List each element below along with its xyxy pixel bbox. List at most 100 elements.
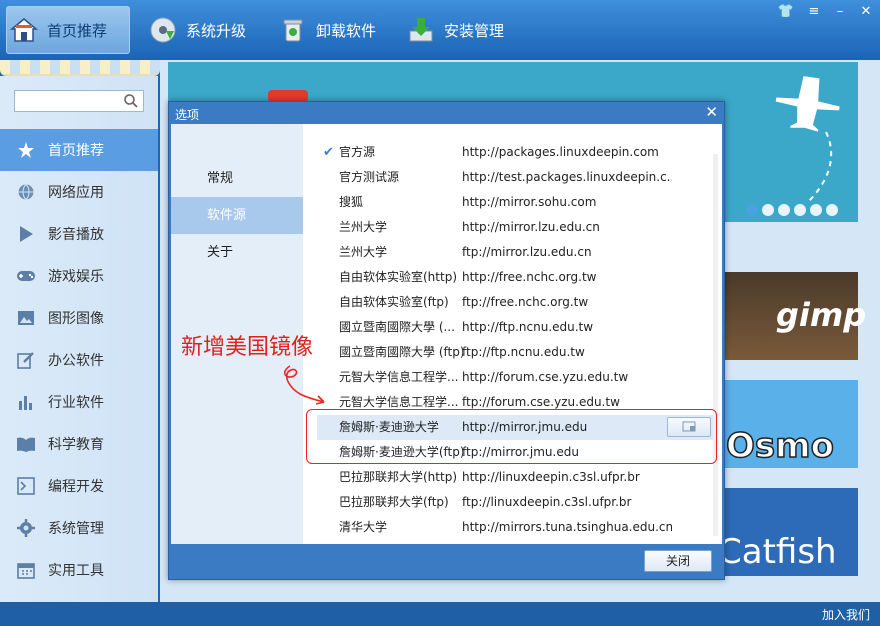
- sidebar-item-label: 办公软件: [48, 353, 104, 369]
- thumb-osmo[interactable]: Osmo: [718, 380, 858, 468]
- source-row[interactable]: 元智大学信息工程学... http://forum.cse.yzu.edu.tw: [317, 365, 717, 390]
- source-url: ftp://linuxdeepin.c3sl.ufpr.br: [462, 495, 632, 509]
- gear-icon: [16, 518, 36, 538]
- source-name: 搜狐: [339, 195, 364, 209]
- source-url: ftp://ftp.ncnu.edu.tw: [462, 345, 585, 359]
- globe-icon: [16, 182, 36, 202]
- pager-dot[interactable]: [762, 204, 774, 216]
- sidebar-item-utilities[interactable]: 实用工具: [0, 549, 158, 591]
- nav-label: 卸载软件: [316, 21, 377, 40]
- source-url: http://linuxdeepin.c3sl.ufpr.br: [462, 470, 640, 484]
- nav-home[interactable]: 首页推荐: [6, 6, 130, 54]
- nav-label: 首页推荐: [47, 21, 108, 40]
- status-bar: 加入我们: [0, 602, 880, 626]
- pager-dot[interactable]: [778, 204, 790, 216]
- source-row[interactable]: 自由软体实验室(ftp) ftp://free.nchc.org.tw: [317, 290, 717, 315]
- thumb-gimp[interactable]: gimp: [718, 272, 866, 360]
- thumb-label: Osmo: [725, 425, 834, 467]
- shirt-icon[interactable]: 👕: [776, 4, 796, 19]
- join-us-link[interactable]: 加入我们: [822, 606, 870, 623]
- top-toolbar: 首页推荐 系统升级 卸载软件 安装管理 👕 ≡ – ✕: [0, 0, 880, 60]
- source-row[interactable]: 自由软体实验室(http) http://free.nchc.org.tw: [317, 265, 717, 290]
- source-row[interactable]: 兰州大学 ftp://mirror.lzu.edu.cn: [317, 240, 717, 265]
- source-row[interactable]: 巴拉那联邦大学(http) http://linuxdeepin.c3sl.uf…: [317, 465, 717, 490]
- terminal-icon: [16, 476, 36, 496]
- source-row[interactable]: 巴拉那联邦大学(ftp) ftp://linuxdeepin.c3sl.ufpr…: [317, 490, 717, 515]
- source-name: 兰州大学: [339, 220, 388, 234]
- sidebar-item-games[interactable]: 游戏娱乐: [0, 255, 158, 297]
- source-url: http://forum.cse.yzu.edu.tw: [462, 370, 629, 384]
- tab-about[interactable]: 关于: [171, 234, 303, 271]
- source-row[interactable]: 清华大学 http://mirrors.tuna.tsinghua.edu.cn: [317, 515, 717, 540]
- sidebar-item-science[interactable]: 科学教育: [0, 423, 158, 465]
- close-icon[interactable]: ✕: [705, 103, 718, 121]
- source-name: 清华大学: [339, 520, 388, 534]
- pager-dot[interactable]: [794, 204, 806, 216]
- sidebar-item-label: 图形图像: [48, 311, 104, 327]
- sidebar-item-media[interactable]: 影音播放: [0, 213, 158, 255]
- source-url: http://test.packages.linuxdeepin.c...: [462, 170, 672, 184]
- sidebar-item-label: 行业软件: [48, 395, 104, 411]
- tab-general[interactable]: 常规: [171, 160, 303, 197]
- sidebar-item-graphics[interactable]: 图形图像: [0, 297, 158, 339]
- source-url: ftp://free.nchc.org.tw: [462, 295, 589, 309]
- source-name: 國立暨南國際大學 (...: [339, 320, 455, 334]
- source-row[interactable]: 官方测试源 http://test.packages.linuxdeepin.c…: [317, 165, 717, 190]
- tab-sources[interactable]: 软件源: [171, 197, 303, 234]
- nav-system-upgrade[interactable]: 系统升级: [146, 6, 264, 54]
- sidebar-item-home[interactable]: 首页推荐: [0, 129, 158, 171]
- pen-icon: [16, 350, 36, 370]
- close-button[interactable]: 关闭: [644, 550, 712, 572]
- app-window: 首页推荐 系统升级 卸载软件 安装管理 👕 ≡ – ✕ 首页推荐 网络应用 影音…: [0, 0, 880, 626]
- search-icon[interactable]: [123, 93, 139, 109]
- check-icon: ✔: [323, 145, 334, 160]
- trash-icon: [276, 13, 310, 47]
- source-row[interactable]: 兰州大学 http://mirror.lzu.edu.cn: [317, 215, 717, 240]
- thumb-catfish[interactable]: Catfish: [718, 488, 858, 576]
- source-url: http://mirror.lzu.edu.cn: [462, 220, 600, 234]
- awning-decoration: [0, 60, 160, 76]
- source-url: http://free.nchc.org.tw: [462, 270, 597, 284]
- nav-label: 安装管理: [444, 21, 505, 40]
- home-icon: [7, 13, 41, 47]
- pager-dot[interactable]: [826, 204, 838, 216]
- pager-dot[interactable]: [810, 204, 822, 216]
- nav-install-manager[interactable]: 安装管理: [404, 6, 522, 54]
- play-icon: [16, 224, 36, 244]
- sidebar-item-label: 系统管理: [48, 521, 104, 537]
- dialog-title: 选项: [175, 108, 200, 122]
- sidebar-item-programming[interactable]: 编程开发: [0, 465, 158, 507]
- sidebar-item-network[interactable]: 网络应用: [0, 171, 158, 213]
- sidebar-item-office[interactable]: 办公软件: [0, 339, 158, 381]
- source-name: 巴拉那联邦大学(http): [339, 470, 457, 484]
- source-name: 兰州大学: [339, 245, 388, 259]
- search-input[interactable]: [14, 90, 144, 112]
- source-row[interactable]: 國立暨南國際大學 (ftp) ftp://ftp.ncnu.edu.tw: [317, 340, 717, 365]
- dialog-footer: 关闭: [171, 544, 722, 578]
- source-url: http://ftp.ncnu.edu.tw: [462, 320, 594, 334]
- source-name: 國立暨南國際大學 (ftp): [339, 345, 463, 359]
- minimize-icon[interactable]: –: [830, 4, 850, 19]
- scrollbar[interactable]: [713, 154, 718, 536]
- menu-icon[interactable]: ≡: [804, 4, 824, 19]
- source-row[interactable]: 搜狐 http://mirror.sohu.com: [317, 190, 717, 215]
- annotation-text: 新增美国镜像: [181, 335, 314, 360]
- sidebar-item-label: 实用工具: [48, 563, 104, 579]
- thumb-label: Catfish: [718, 532, 837, 572]
- sidebar-item-label: 首页推荐: [48, 143, 104, 159]
- sidebar-item-label: 游戏娱乐: [48, 269, 104, 285]
- sidebar-item-label: 影音播放: [48, 227, 104, 243]
- picture-icon: [16, 308, 36, 328]
- close-icon[interactable]: ✕: [856, 4, 876, 19]
- source-url: http://packages.linuxdeepin.com: [462, 145, 659, 159]
- sidebar-item-industry[interactable]: 行业软件: [0, 381, 158, 423]
- gamepad-icon: [16, 266, 36, 286]
- banner-pager: [746, 204, 838, 216]
- book-icon: [16, 434, 36, 454]
- sidebar-item-system[interactable]: 系统管理: [0, 507, 158, 549]
- source-row[interactable]: ✔ 官方源 http://packages.linuxdeepin.com: [317, 140, 717, 165]
- pager-dot[interactable]: [746, 204, 758, 216]
- source-row[interactable]: 國立暨南國際大學 (... http://ftp.ncnu.edu.tw: [317, 315, 717, 340]
- source-url: http://mirrors.tuna.tsinghua.edu.cn: [462, 520, 672, 534]
- nav-uninstall[interactable]: 卸载软件: [276, 6, 394, 54]
